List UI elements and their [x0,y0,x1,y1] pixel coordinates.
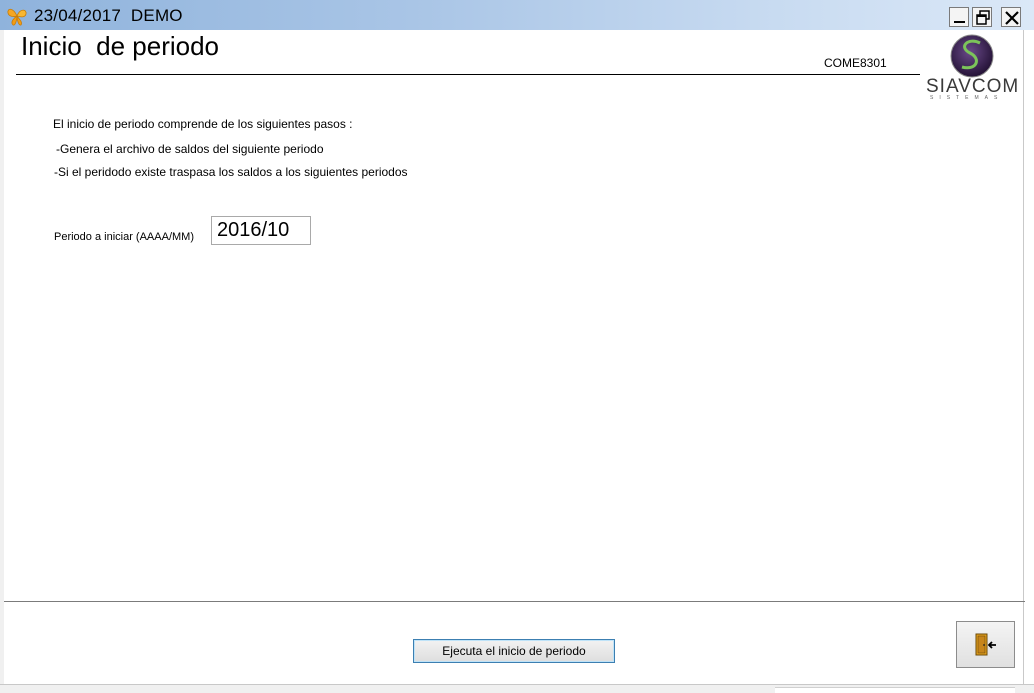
page-title: Inicio de periodo [21,31,220,61]
window-right-border [1023,30,1024,685]
window-left-border [0,30,4,692]
status-area [775,687,1015,693]
description-step-1: -Genera el archivo de saldos del siguien… [56,142,324,156]
app-window: 23/04/2017 DEMO Inicio de periodo COME83… [0,0,1034,693]
butterfly-icon [6,5,28,27]
restore-icon [976,10,990,25]
title-divider [16,74,920,75]
description-step-2: -Si el peridodo existe traspasa los sald… [54,165,408,179]
period-input[interactable] [211,216,311,245]
title-bar[interactable]: 23/04/2017 DEMO [0,0,1034,30]
minimize-button[interactable] [949,7,969,27]
minimize-icon [954,21,965,23]
window-title: 23/04/2017 DEMO [34,6,183,25]
close-button[interactable] [1001,7,1021,27]
exit-door-icon [975,633,996,656]
execute-period-start-button[interactable]: Ejecuta el inicio de periodo [413,639,615,663]
restore-button[interactable] [972,7,992,27]
footer-divider [4,601,1025,602]
logo-subtext: SISTEMAS [930,95,1004,101]
form-code: COME8301 [824,56,887,70]
exit-button[interactable] [956,621,1015,668]
period-label: Periodo a iniciar (AAAA/MM) [54,231,194,243]
close-icon [1005,11,1019,25]
description-intro: El inicio de periodo comprende de los si… [53,117,353,131]
